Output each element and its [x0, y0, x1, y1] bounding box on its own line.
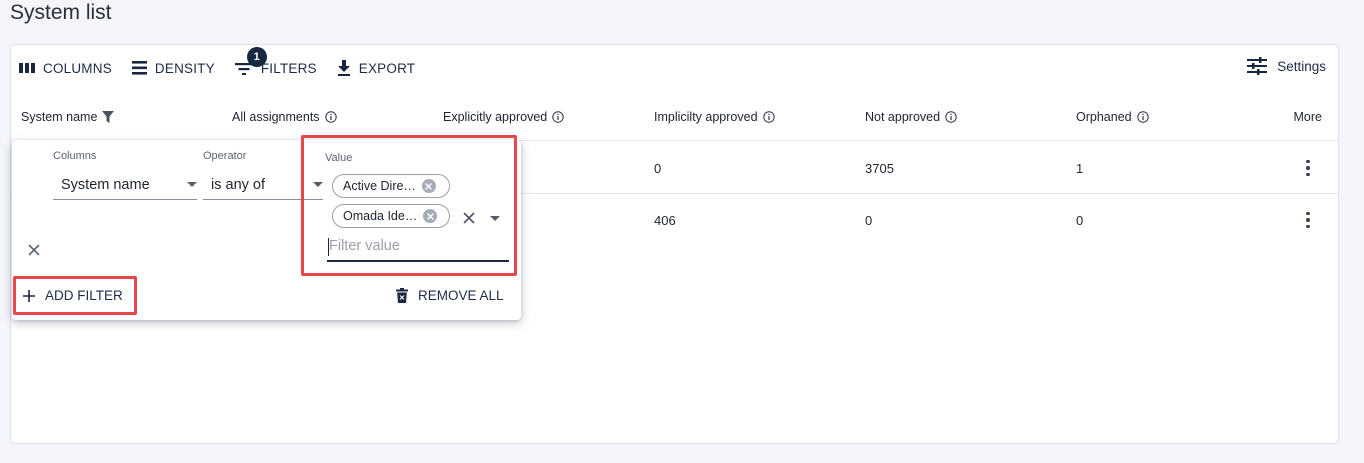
- header-orphaned[interactable]: Orphaned: [1076, 93, 1149, 141]
- density-button[interactable]: DENSITY: [131, 60, 215, 76]
- remove-all-button[interactable]: REMOVE ALL: [396, 288, 504, 303]
- cell-orphaned: 0: [1076, 212, 1084, 228]
- settings-label: Settings: [1277, 58, 1326, 74]
- cell-orphaned: 1: [1076, 160, 1084, 176]
- filters-label: FILTERS: [260, 60, 317, 76]
- chip-clear-icon[interactable]: [423, 209, 438, 223]
- table-header-row: System name All assignments Explicitly a…: [11, 93, 1338, 141]
- header-more: More: [1294, 93, 1322, 141]
- cell-implicitly-approved: 0: [654, 160, 662, 176]
- columns-icon: [19, 63, 35, 73]
- remove-all-label: REMOVE ALL: [418, 288, 504, 303]
- close-icon[interactable]: [28, 244, 40, 256]
- add-filter-label: ADD FILTER: [45, 288, 123, 303]
- info-icon[interactable]: [1136, 111, 1149, 123]
- operator-select-value: is any of: [211, 176, 265, 193]
- header-implicitly-approved-label: Implicilty approved: [654, 110, 758, 124]
- header-not-approved-label: Not approved: [865, 110, 941, 124]
- header-system-name-label: System name: [21, 110, 98, 124]
- more-vert-icon[interactable]: [1304, 208, 1312, 232]
- header-explicitly-approved[interactable]: Explicitly approved: [443, 93, 564, 141]
- export-button[interactable]: EXPORT: [337, 60, 415, 76]
- header-all-assignments-label: All assignments: [232, 110, 320, 124]
- clear-values-icon[interactable]: [463, 212, 475, 224]
- add-filter-button[interactable]: ADD FILTER: [23, 288, 123, 303]
- settings-icon: [1247, 57, 1268, 75]
- value-chip-label: Omada Ide…: [343, 209, 418, 223]
- header-all-assignments[interactable]: All assignments: [232, 93, 337, 141]
- columns-field-label: Columns: [53, 150, 97, 162]
- density-label: DENSITY: [154, 60, 215, 76]
- value-chip[interactable]: Omada Ide…: [332, 204, 450, 228]
- dropdown-caret-icon: [187, 182, 197, 187]
- chip-clear-icon[interactable]: [421, 179, 436, 193]
- page-title: System list: [10, 1, 112, 24]
- text-cursor: [328, 238, 329, 256]
- plus-icon: [23, 289, 35, 302]
- columns-select-value: System name: [61, 176, 150, 193]
- info-icon[interactable]: [324, 111, 337, 123]
- dropdown-caret-icon[interactable]: [490, 216, 500, 221]
- table-toolbar: COLUMNS DENSITY 1 FILTERS EXPORT: [19, 47, 435, 79]
- operator-select[interactable]: is any of: [203, 170, 323, 200]
- more-vert-icon[interactable]: [1304, 156, 1312, 180]
- info-icon[interactable]: [552, 111, 564, 123]
- filter-value-input[interactable]: [327, 232, 509, 262]
- header-more-label: More: [1293, 110, 1322, 124]
- value-chip-label: Active Dire…: [343, 179, 416, 193]
- filter-panel: Columns System name Operator is any of V…: [12, 140, 521, 320]
- header-system-name[interactable]: System name: [21, 93, 115, 141]
- columns-label: COLUMNS: [43, 60, 112, 76]
- info-icon[interactable]: [945, 111, 957, 123]
- cell-implicitly-approved: 406: [654, 212, 676, 228]
- funnel-icon[interactable]: [102, 111, 115, 123]
- info-icon[interactable]: [762, 111, 775, 123]
- export-icon: [337, 60, 350, 76]
- header-explicitly-approved-label: Explicitly approved: [443, 110, 548, 124]
- cell-not-approved: 3705: [865, 160, 894, 176]
- value-chip[interactable]: Active Dire…: [332, 174, 450, 198]
- filters-count-badge: 1: [246, 47, 267, 67]
- density-icon: [131, 61, 147, 75]
- trash-icon: [396, 288, 408, 303]
- dropdown-caret-icon: [313, 182, 323, 187]
- filter-icon-wrapper: 1: [234, 47, 267, 77]
- cell-not-approved: 0: [865, 212, 873, 228]
- export-label: EXPORT: [358, 60, 416, 76]
- value-field-label: Value: [325, 152, 353, 164]
- operator-field-label: Operator: [203, 150, 247, 162]
- columns-select[interactable]: System name: [53, 170, 197, 200]
- filters-button[interactable]: 1 FILTERS: [234, 47, 317, 77]
- header-not-approved[interactable]: Not approved: [865, 93, 957, 141]
- header-implicitly-approved[interactable]: Implicilty approved: [654, 93, 775, 141]
- settings-button[interactable]: Settings: [1247, 57, 1326, 75]
- header-orphaned-label: Orphaned: [1076, 110, 1132, 124]
- columns-button[interactable]: COLUMNS: [19, 61, 112, 76]
